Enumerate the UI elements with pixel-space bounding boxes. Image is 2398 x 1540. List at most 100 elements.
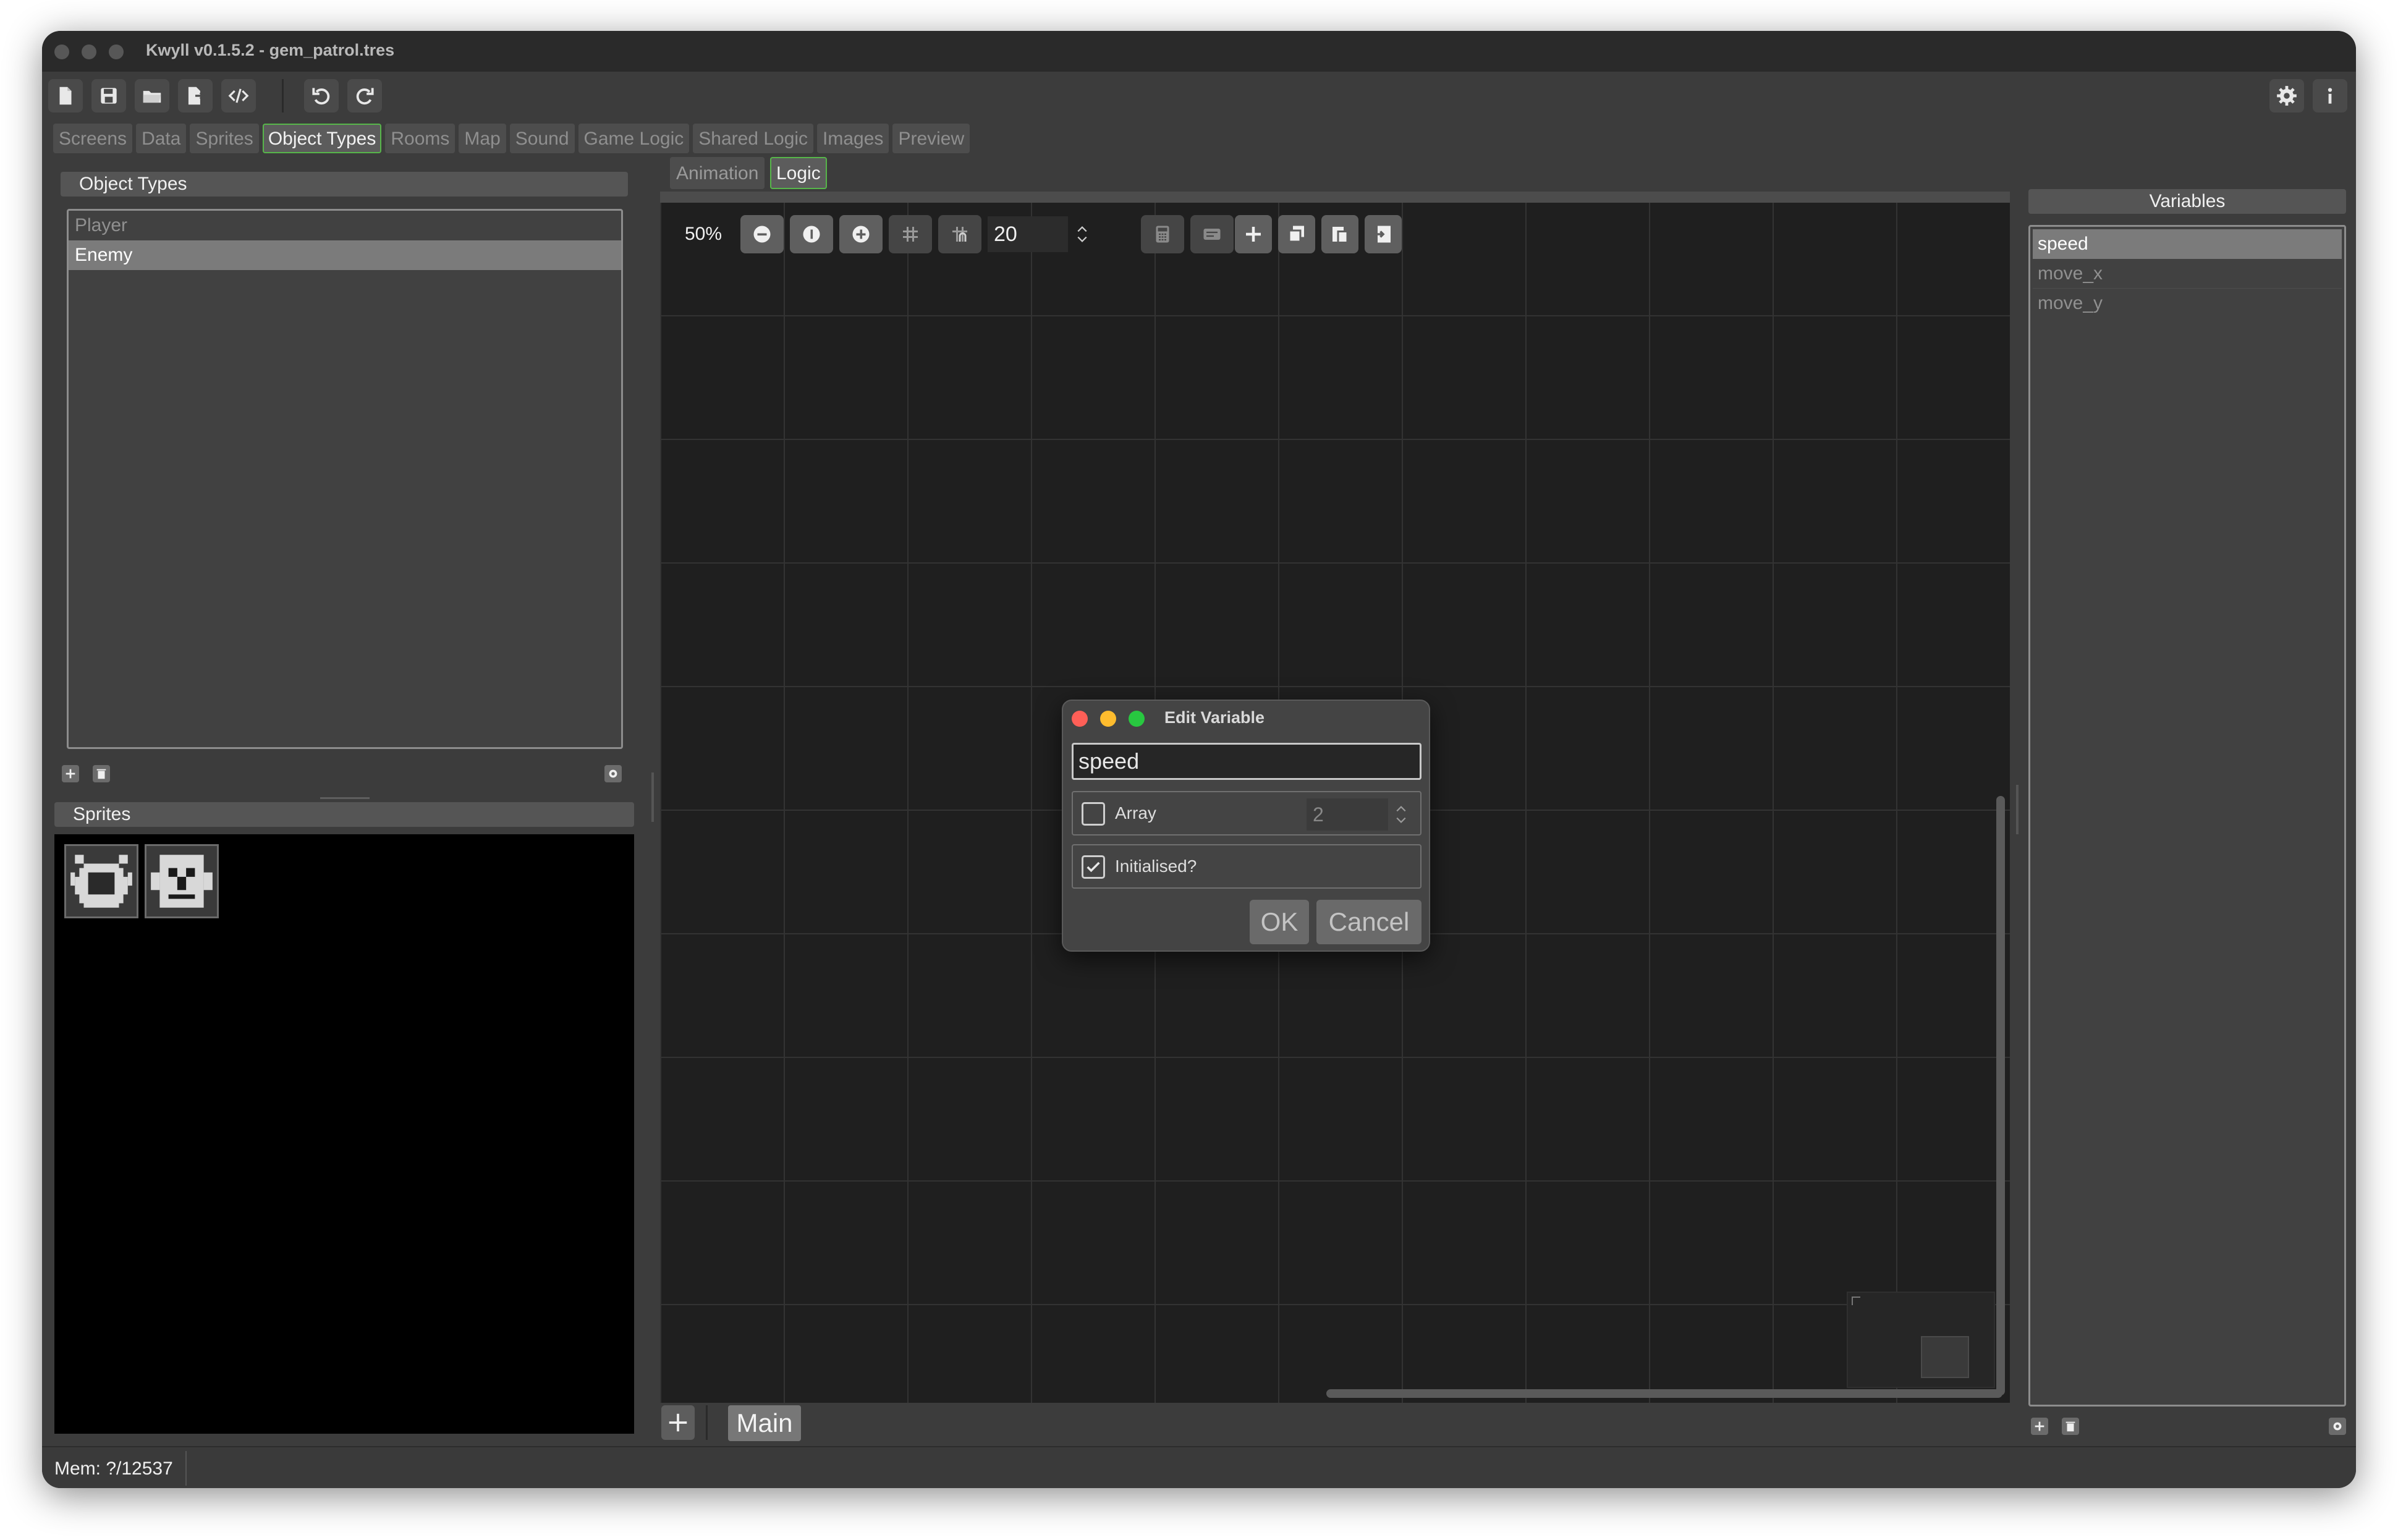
calculator-icon xyxy=(1156,226,1169,243)
dialog-minimize-button[interactable] xyxy=(1100,711,1116,727)
grid-size-stepper[interactable] xyxy=(1073,216,1091,252)
plus-icon xyxy=(1246,227,1261,242)
canvas-horizontal-scrollbar[interactable] xyxy=(1326,1389,2002,1398)
chevron-up-icon[interactable] xyxy=(1396,805,1407,813)
array-checkbox[interactable] xyxy=(1082,802,1105,826)
minimap-resize-icon[interactable] xyxy=(1852,1297,1860,1305)
main-tab-bar: Screens Data Sprites Object Types Rooms … xyxy=(53,124,970,153)
tab-game-logic[interactable]: Game Logic xyxy=(578,124,690,153)
tab-images[interactable]: Images xyxy=(817,124,889,153)
undo-button[interactable] xyxy=(304,79,339,112)
minimize-window-button[interactable] xyxy=(82,44,96,59)
folder-open-icon xyxy=(143,91,161,103)
zoom-level: 50% xyxy=(685,224,722,244)
grid-size-input[interactable]: 20 xyxy=(988,216,1068,252)
add-node-button[interactable] xyxy=(1235,215,1272,253)
variable-name-input[interactable]: speed xyxy=(1072,743,1421,780)
zoom-out-button[interactable] xyxy=(740,215,784,253)
zoom-reset-button[interactable] xyxy=(790,215,833,253)
variables-list: speed move_x move_y xyxy=(2028,225,2346,1407)
list-item-player[interactable]: Player xyxy=(69,211,621,240)
graph-tab-main[interactable]: Main xyxy=(728,1405,801,1441)
snap-icon xyxy=(952,227,967,242)
info-button[interactable] xyxy=(2313,79,2347,112)
tab-data[interactable]: Data xyxy=(136,124,187,153)
status-bar: Mem: ?/12537 xyxy=(42,1446,2356,1488)
list-item-move-y[interactable]: move_y xyxy=(2033,289,2342,318)
snap-toggle-button[interactable] xyxy=(938,215,981,253)
export-button[interactable] xyxy=(178,79,213,112)
variable-settings-button[interactable] xyxy=(2329,1418,2346,1435)
trash-icon xyxy=(96,769,106,779)
chevron-down-icon[interactable] xyxy=(1396,816,1407,824)
info-icon xyxy=(2328,88,2332,104)
tab-sprites[interactable]: Sprites xyxy=(190,124,259,153)
plus-icon xyxy=(66,769,75,779)
add-graph-button[interactable] xyxy=(661,1405,695,1440)
zoom-window-button[interactable] xyxy=(109,44,124,59)
panel-split-handle[interactable] xyxy=(320,797,370,799)
tab-sound[interactable]: Sound xyxy=(509,124,575,153)
initialised-checkbox[interactable] xyxy=(1082,855,1105,879)
tab-shared-logic[interactable]: Shared Logic xyxy=(693,124,814,153)
sprites-area xyxy=(54,834,634,1434)
canvas-vertical-scrollbar[interactable] xyxy=(1996,796,2005,1395)
redo-button[interactable] xyxy=(347,79,382,112)
ok-button[interactable]: OK xyxy=(1250,900,1309,944)
delete-variable-button[interactable] xyxy=(2062,1418,2079,1435)
paste-button[interactable] xyxy=(1321,215,1358,253)
calculator-button[interactable] xyxy=(1141,215,1184,253)
save-icon xyxy=(101,88,117,104)
app-window: Kwyll v0.1.5.2 - gem_patrol.tres Screens… xyxy=(42,31,2356,1488)
tab-animation[interactable]: Animation xyxy=(670,157,765,189)
list-item-move-x[interactable]: move_x xyxy=(2033,259,2342,289)
code-view-button[interactable] xyxy=(221,79,256,112)
import-button[interactable] xyxy=(1365,215,1402,253)
memory-status: Mem: ?/12537 xyxy=(54,1458,173,1479)
add-object-type-button[interactable] xyxy=(62,765,79,782)
settings-button[interactable] xyxy=(2269,79,2304,112)
copy-icon xyxy=(1288,226,1304,243)
grid-toggle-button[interactable] xyxy=(889,215,932,253)
title-bar: Kwyll v0.1.5.2 - gem_patrol.tres xyxy=(42,31,2356,72)
gear-icon xyxy=(2333,1422,2342,1431)
array-size-input[interactable]: 2 xyxy=(1307,798,1388,831)
zoom-in-button[interactable] xyxy=(839,215,883,253)
tab-map[interactable]: Map xyxy=(459,124,506,153)
new-file-button[interactable] xyxy=(48,79,83,112)
trash-icon xyxy=(2065,1421,2075,1432)
object-type-settings-button[interactable] xyxy=(604,765,622,782)
tab-object-types[interactable]: Object Types xyxy=(262,124,382,153)
crab-sprite-icon xyxy=(66,846,137,916)
copy-button[interactable] xyxy=(1278,215,1315,253)
dialog-zoom-button[interactable] xyxy=(1129,711,1145,727)
tab-logic[interactable]: Logic xyxy=(770,157,827,189)
paste-icon xyxy=(1332,227,1349,243)
tab-preview[interactable]: Preview xyxy=(892,124,970,153)
dialog-close-button[interactable] xyxy=(1072,711,1088,727)
array-size-stepper[interactable] xyxy=(1392,798,1410,831)
comment-button[interactable] xyxy=(1190,215,1234,253)
cancel-button[interactable]: Cancel xyxy=(1316,900,1421,944)
open-folder-button[interactable] xyxy=(135,79,169,112)
add-variable-button[interactable] xyxy=(2031,1418,2048,1435)
chevron-down-icon[interactable] xyxy=(1077,235,1088,243)
gear-icon xyxy=(2277,86,2297,106)
tab-screens[interactable]: Screens xyxy=(53,124,133,153)
tab-rooms[interactable]: Rooms xyxy=(385,124,455,153)
minimap-viewport[interactable] xyxy=(1921,1336,1969,1378)
zoom-reset-icon xyxy=(803,226,820,243)
list-item-enemy[interactable]: Enemy xyxy=(69,240,621,270)
export-file-icon xyxy=(188,87,205,105)
close-window-button[interactable] xyxy=(54,44,69,59)
undo-icon xyxy=(312,88,330,105)
sprite-thumb-face[interactable] xyxy=(145,844,219,918)
delete-object-type-button[interactable] xyxy=(93,765,110,782)
right-split-handle[interactable] xyxy=(2016,785,2019,834)
gear-icon xyxy=(609,769,617,778)
save-button[interactable] xyxy=(91,79,126,112)
list-item-speed[interactable]: speed xyxy=(2033,229,2342,259)
chevron-up-icon[interactable] xyxy=(1077,226,1088,233)
sprite-thumb-crab[interactable] xyxy=(64,844,138,918)
main-split-handle[interactable] xyxy=(651,772,654,822)
